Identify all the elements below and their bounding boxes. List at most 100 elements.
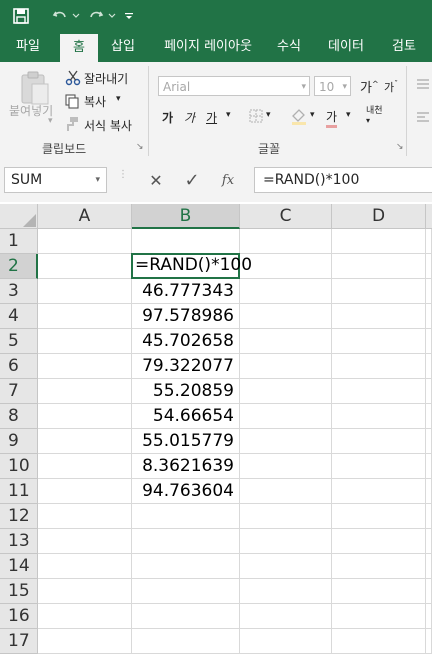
grid-cell[interactable] <box>332 579 426 604</box>
grid-cell[interactable] <box>38 554 132 579</box>
grid-cell[interactable] <box>240 329 332 354</box>
row-header[interactable]: 15 <box>0 579 38 604</box>
active-cell[interactable]: =RAND()*100 <box>131 253 252 279</box>
grid-cell[interactable] <box>240 229 332 254</box>
italic-button[interactable]: 가 <box>184 109 195 126</box>
undo-icon[interactable] <box>50 6 70 26</box>
grid-cell[interactable] <box>332 354 426 379</box>
column-header-a[interactable]: A <box>38 204 132 229</box>
row-header[interactable]: 8 <box>0 404 38 429</box>
grid-cell[interactable] <box>240 254 332 279</box>
scissors-icon[interactable] <box>65 70 81 86</box>
grid-cell[interactable] <box>426 429 432 454</box>
paste-button[interactable]: 붙여넣기 <box>9 102 53 119</box>
row-header[interactable]: 13 <box>0 529 38 554</box>
cancel-icon[interactable]: ✕ <box>142 167 170 193</box>
redo-icon[interactable] <box>86 6 106 26</box>
grid-cell[interactable] <box>240 504 332 529</box>
copy-icon[interactable] <box>64 93 80 109</box>
grid-cell[interactable] <box>426 304 432 329</box>
row-header[interactable]: 14 <box>0 554 38 579</box>
grid-cell[interactable] <box>332 504 426 529</box>
grid-cell[interactable] <box>38 379 132 404</box>
grid-cell[interactable]: 55.20859 <box>132 379 240 404</box>
tab-home[interactable]: 홈 <box>60 34 98 62</box>
row-header[interactable]: 6 <box>0 354 38 379</box>
tab-review[interactable]: 검토 <box>384 32 424 62</box>
name-box[interactable]: SUM ▾ <box>4 167 107 193</box>
row-header[interactable]: 16 <box>0 604 38 629</box>
grid-cell[interactable] <box>240 454 332 479</box>
font-size-dropdown-icon[interactable]: ▾ <box>342 77 347 97</box>
row-header[interactable]: 17 <box>0 629 38 654</box>
grid-cell[interactable] <box>426 454 432 479</box>
tab-data[interactable]: 데이터 <box>320 32 372 62</box>
grid-cell[interactable] <box>332 529 426 554</box>
grid-cell[interactable] <box>240 304 332 329</box>
grid-cell[interactable] <box>38 454 132 479</box>
grid-cell[interactable] <box>240 604 332 629</box>
row-header[interactable]: 7 <box>0 379 38 404</box>
grid-cell[interactable] <box>38 504 132 529</box>
grid-cell[interactable]: 55.015779 <box>132 429 240 454</box>
fill-color-dropdown-icon[interactable]: ▾ <box>310 110 315 120</box>
customize-quick-access-icon[interactable] <box>122 6 136 26</box>
column-header-c[interactable]: C <box>240 204 332 229</box>
redo-dropdown-icon[interactable] <box>107 6 117 26</box>
grid-cell[interactable] <box>240 379 332 404</box>
grid-cell[interactable] <box>132 504 240 529</box>
font-size-box[interactable]: 10 ▾ <box>314 76 351 96</box>
format-painter-button[interactable]: 서식 복사 <box>84 117 132 134</box>
grid-cell[interactable] <box>332 629 426 654</box>
font-color-dropdown-icon[interactable]: ▾ <box>346 110 351 120</box>
row-header[interactable]: 3 <box>0 279 38 304</box>
grid-cell[interactable] <box>132 554 240 579</box>
name-box-dropdown-icon[interactable]: ▾ <box>95 168 100 192</box>
grid-cell[interactable] <box>240 429 332 454</box>
row-header[interactable]: 10 <box>0 454 38 479</box>
align-top-icon[interactable] <box>416 76 430 90</box>
row-header[interactable]: 2 <box>0 254 38 279</box>
grid-cell[interactable] <box>240 354 332 379</box>
grid-cell[interactable] <box>38 429 132 454</box>
grid-cell[interactable] <box>240 629 332 654</box>
grid-cell[interactable] <box>332 429 426 454</box>
grid-cell[interactable] <box>38 529 132 554</box>
grid-cell[interactable] <box>426 379 432 404</box>
grid-cell[interactable] <box>38 329 132 354</box>
clipboard-launcher-icon[interactable]: ↘ <box>136 142 144 152</box>
row-header[interactable]: 9 <box>0 429 38 454</box>
grid-cell[interactable] <box>332 479 426 504</box>
copy-button[interactable]: 복사 <box>84 93 106 110</box>
grid-cell[interactable] <box>38 629 132 654</box>
save-icon[interactable] <box>10 6 32 26</box>
grid-cell[interactable] <box>332 379 426 404</box>
grid-cell[interactable] <box>240 404 332 429</box>
phonetic-guide-button[interactable]: 내천 ▾ <box>366 107 383 126</box>
grid-cell[interactable] <box>332 604 426 629</box>
copy-dropdown-icon[interactable]: ▾ <box>116 94 121 104</box>
grid-cell[interactable]: 45.702658 <box>132 329 240 354</box>
grid-cell[interactable]: 8.3621639 <box>132 454 240 479</box>
grid-cell[interactable] <box>426 354 432 379</box>
grid-cell[interactable] <box>332 454 426 479</box>
grid-cell[interactable] <box>332 329 426 354</box>
font-name-box[interactable]: Arial ▾ <box>158 76 310 96</box>
column-header-d[interactable]: D <box>332 204 426 229</box>
cut-button[interactable]: 잘라내기 <box>84 70 128 87</box>
font-color-button[interactable]: 가 <box>326 108 338 128</box>
grid-cell[interactable] <box>426 229 432 254</box>
column-header-b[interactable]: B <box>132 204 240 229</box>
tab-file[interactable]: 파일 <box>6 32 50 62</box>
grid-cell[interactable] <box>426 279 432 304</box>
grid-cell[interactable] <box>426 604 432 629</box>
row-header[interactable]: 11 <box>0 479 38 504</box>
grid-cell[interactable] <box>426 404 432 429</box>
grid-cell[interactable] <box>332 229 426 254</box>
underline-button[interactable]: 가 <box>206 109 217 126</box>
grid-cell[interactable] <box>426 479 432 504</box>
decrease-font-size-button[interactable]: 가ˇ <box>384 79 398 95</box>
grid-cell[interactable] <box>38 254 132 279</box>
grid-cell[interactable]: 79.322077 <box>132 354 240 379</box>
grid-cell[interactable] <box>132 529 240 554</box>
